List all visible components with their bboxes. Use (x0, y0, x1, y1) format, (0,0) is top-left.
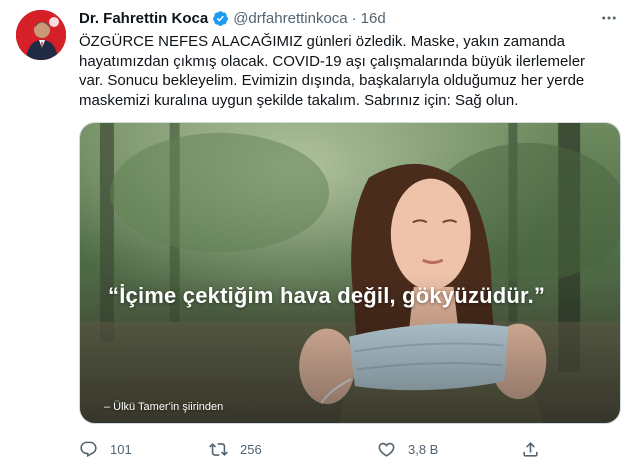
author-name[interactable]: Dr. Fahrettin Koca (79, 10, 208, 27)
share-icon (523, 441, 538, 457)
tweet-media-image[interactable]: “İçime çektiğim hava değil, gökyüzüdür.”… (79, 122, 621, 424)
retweet-button[interactable]: 256 (209, 440, 377, 459)
tweet-actions: 101 256 3,8 B (79, 438, 627, 460)
retweet-icon (209, 442, 228, 456)
image-quote-text: “İçime çektiğim hava değil, gökyüzüdür.” (108, 283, 546, 308)
image-credit-text: – Ülkü Tamer'in şiirinden (104, 401, 224, 413)
verified-badge-icon (212, 10, 229, 27)
share-button[interactable] (521, 440, 561, 459)
more-horizontal-icon (602, 16, 616, 20)
retweet-count: 256 (240, 441, 262, 457)
author-avatar[interactable] (16, 10, 66, 60)
like-button[interactable]: 3,8 B (377, 440, 521, 459)
reply-button[interactable]: 101 (79, 440, 209, 459)
tweet-timestamp[interactable]: 16d (361, 10, 386, 27)
woman-breathing-photo (80, 123, 620, 423)
reply-bubble-icon (80, 441, 97, 457)
heart-icon (378, 442, 395, 457)
separator-dot: · (351, 9, 357, 27)
tweet: Dr. Fahrettin Koca @drfahrettinkoca · 16… (79, 8, 627, 457)
tweet-text: ÖZGÜRCE NEFES ALACAĞIMIZ günleri özledik… (79, 33, 586, 109)
more-options-button[interactable] (597, 8, 621, 28)
author-handle[interactable]: @drfahrettinkoca (233, 10, 347, 27)
reply-count: 101 (110, 441, 132, 457)
like-count: 3,8 B (408, 441, 439, 457)
tweet-header: Dr. Fahrettin Koca @drfahrettinkoca · 16… (79, 8, 627, 28)
